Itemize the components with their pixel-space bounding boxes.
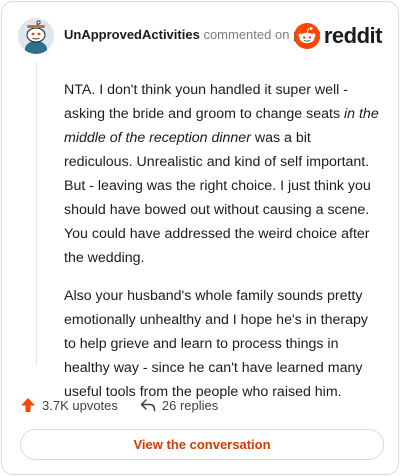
comment-meta: UnApprovedActivities commented on post — [64, 27, 321, 42]
view-conversation-button[interactable]: View the conversation — [20, 429, 384, 460]
thread-line — [36, 62, 37, 365]
replies-button[interactable]: 26 replies — [140, 398, 218, 413]
reply-arrow-icon — [140, 399, 156, 412]
reddit-snoo-icon — [293, 23, 320, 49]
reddit-wordmark: reddit — [323, 23, 383, 48]
upvote-button[interactable]: 3.7K upvotes — [20, 397, 118, 413]
snoo-avatar-icon — [18, 18, 54, 54]
embedded-comment-card: UnApprovedActivities commented on post r… — [1, 1, 399, 475]
comment-header: UnApprovedActivities commented on post r… — [18, 16, 383, 56]
user-avatar[interactable] — [18, 18, 54, 54]
comment-paragraph-1: NTA. I don't think youn handled it super… — [64, 82, 379, 266]
commented-on-text: commented on — [203, 27, 290, 42]
comment-actions: 3.7K upvotes 26 replies — [20, 395, 218, 415]
reddit-logo[interactable]: reddit — [293, 22, 383, 50]
replies-count: 26 replies — [161, 397, 219, 413]
upvote-arrow-icon — [21, 398, 35, 412]
upvote-count: 3.7K upvotes — [42, 397, 118, 413]
comment-body: NTA. I don't think youn handled it super… — [64, 78, 382, 418]
username-link[interactable]: UnApprovedActivities — [64, 27, 200, 42]
comment-paragraph-2: Also your husband's whole family sounds … — [64, 288, 369, 400]
